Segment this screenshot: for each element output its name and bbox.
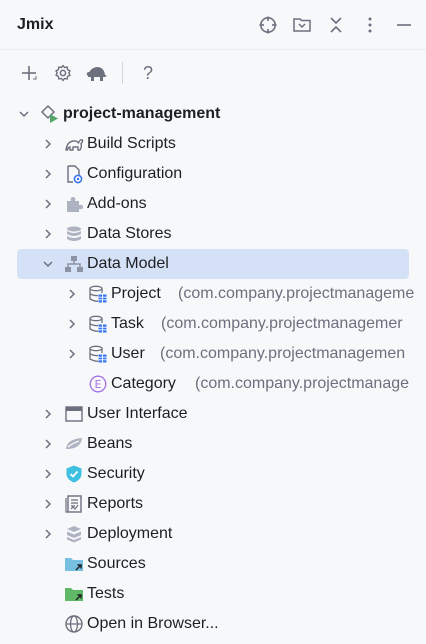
tree-item-label: project-management — [63, 105, 221, 122]
chevron-right-icon[interactable] — [66, 318, 78, 330]
more-vertical-icon[interactable] — [358, 13, 382, 37]
data-model-hierarchy-icon — [64, 254, 84, 274]
collapse-all-icon[interactable] — [324, 13, 348, 37]
enum-icon: E — [88, 374, 108, 394]
globe-icon — [64, 614, 84, 634]
tree-item-label: Open in Browser... — [87, 615, 219, 632]
package-name: (com.company.projectmanageme — [178, 285, 415, 302]
tree-item-label: User — [111, 345, 145, 362]
tree-item-configuration[interactable]: Configuration — [0, 159, 426, 189]
test-folder-icon — [64, 584, 84, 604]
jmix-tool-window: Jmix ? project-management Build Scripts … — [0, 0, 426, 644]
toolbar-separator — [122, 62, 123, 84]
config-file-icon — [64, 164, 84, 184]
tree-item-label: Sources — [87, 555, 146, 572]
window-icon — [64, 404, 84, 424]
puzzle-icon — [64, 194, 84, 214]
crosshair-icon[interactable] — [256, 13, 280, 37]
chevron-right-icon[interactable] — [42, 528, 54, 540]
tree-item-build-scripts[interactable]: Build Scripts — [0, 129, 426, 159]
package-name: (com.company.projectmanagemen — [160, 345, 406, 362]
tree-item-add-ons[interactable]: Add-ons — [0, 189, 426, 219]
tree-item-entity-task[interactable]: Task (com.company.projectmanagemer — [0, 309, 426, 339]
tree-item-user-interface[interactable]: User Interface — [0, 399, 426, 429]
entity-table-icon — [88, 284, 108, 304]
collapse-frame-icon[interactable] — [290, 13, 314, 37]
tree-item-label: Data Model — [87, 255, 169, 272]
tree-item-sources[interactable]: Sources — [0, 549, 426, 579]
help-icon[interactable]: ? — [135, 60, 161, 86]
entity-table-icon — [88, 314, 108, 334]
tree-item-label: Reports — [87, 495, 144, 512]
chevron-right-icon[interactable] — [66, 288, 78, 300]
chevron-right-icon[interactable] — [42, 138, 54, 150]
tool-window-header: Jmix — [0, 0, 426, 50]
chevron-down-icon[interactable] — [18, 108, 30, 120]
tree-item-label: Deployment — [87, 525, 173, 542]
minimize-icon[interactable] — [392, 13, 416, 37]
shield-icon — [64, 464, 84, 484]
tool-window-toolbar: ? — [0, 50, 426, 96]
chevron-down-icon[interactable] — [42, 258, 54, 270]
svg-text:E: E — [95, 378, 102, 391]
package-name: (com.company.projectmanage — [195, 375, 410, 392]
tree-item-label: Configuration — [87, 165, 183, 182]
tree-item-enum-category[interactable]: E Category (com.company.projectmanage — [0, 369, 426, 399]
tree-item-entity-project[interactable]: Project (com.company.projectmanageme — [0, 279, 426, 309]
tree-item-deployment[interactable]: Deployment — [0, 519, 426, 549]
tree-item-label: Build Scripts — [87, 135, 176, 152]
tree-item-label: Task — [111, 315, 144, 332]
tree-item-label: Beans — [87, 435, 133, 452]
chevron-right-icon[interactable] — [42, 468, 54, 480]
tree-item-project-management[interactable]: project-management — [0, 99, 426, 129]
chevron-right-icon[interactable] — [66, 348, 78, 360]
tree-item-label: Category — [111, 375, 176, 392]
help-label: ? — [142, 62, 153, 83]
tree-item-tests[interactable]: Tests — [0, 579, 426, 609]
tree-item-label: User Interface — [87, 405, 188, 422]
tree-item-label: Tests — [87, 585, 125, 602]
source-folder-icon — [64, 554, 84, 574]
chevron-right-icon[interactable] — [42, 228, 54, 240]
gradle-elephant-icon — [64, 134, 84, 154]
chevron-right-icon[interactable] — [42, 198, 54, 210]
chevron-right-icon[interactable] — [42, 438, 54, 450]
database-icon — [64, 224, 84, 244]
tree-item-entity-user[interactable]: User (com.company.projectmanagemen — [0, 339, 426, 369]
tree-item-label: Project — [111, 285, 161, 302]
plus-icon[interactable] — [16, 60, 42, 86]
chevron-right-icon[interactable] — [42, 168, 54, 180]
package-boxes-icon — [64, 524, 84, 544]
tree-item-open-in-browser[interactable]: Open in Browser... — [0, 609, 426, 639]
report-document-icon — [64, 494, 84, 514]
jmix-project-icon — [40, 104, 60, 124]
package-name: (com.company.projectmanagemer — [161, 315, 403, 332]
chevron-right-icon[interactable] — [42, 408, 54, 420]
tree-item-reports[interactable]: Reports — [0, 489, 426, 519]
turtle-icon[interactable] — [84, 60, 110, 86]
gear-icon[interactable] — [50, 60, 76, 86]
tree-item-beans[interactable]: Beans — [0, 429, 426, 459]
tool-window-title: Jmix — [17, 15, 54, 33]
entity-table-icon — [88, 344, 108, 364]
project-tree: project-management Build Scripts Configu… — [0, 99, 426, 639]
header-actions — [256, 13, 416, 37]
bean-leaf-icon — [64, 434, 84, 454]
tree-item-label: Add-ons — [87, 195, 147, 212]
chevron-right-icon[interactable] — [42, 498, 54, 510]
tree-item-data-model[interactable]: Data Model — [0, 249, 426, 279]
tree-item-label: Security — [87, 465, 145, 482]
tree-item-data-stores[interactable]: Data Stores — [0, 219, 426, 249]
tree-item-label: Data Stores — [87, 225, 172, 242]
tree-item-security[interactable]: Security — [0, 459, 426, 489]
